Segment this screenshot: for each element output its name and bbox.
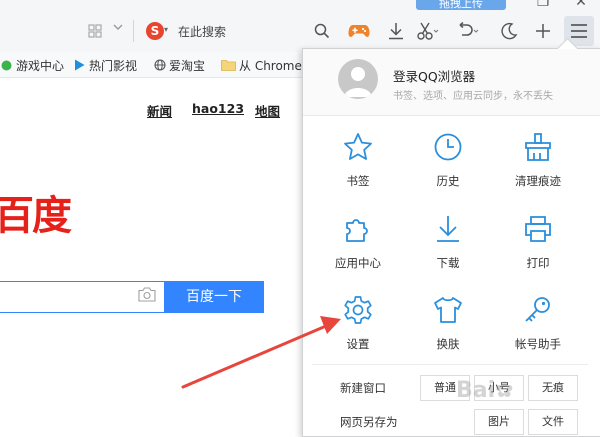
search-engine-dropdown-icon[interactable]: ▾	[164, 25, 172, 35]
scissors-icon[interactable]	[415, 18, 441, 44]
menu-item-settings[interactable]: 设置	[323, 292, 393, 362]
watermark-logo: Bai✿	[456, 378, 514, 403]
menu-item-account-assistant[interactable]: 帐号助手	[503, 292, 573, 362]
clock-icon	[430, 129, 466, 165]
menu-item-clear-traces[interactable]: 清理痕迹	[503, 129, 573, 199]
baidu-logo: 百度	[0, 193, 72, 239]
save-page-image-button[interactable]: 图片	[474, 409, 524, 435]
nav-link-map[interactable]: 地图	[255, 101, 280, 120]
menu-item-bookmarks[interactable]: 书签	[323, 129, 393, 199]
gear-icon	[340, 292, 376, 328]
login-subtitle: 书签、选项、应用云同步，永不丢失	[393, 91, 553, 102]
drag-upload-button[interactable]: 拖拽上传	[416, 0, 506, 10]
star-icon	[340, 129, 376, 165]
gamepad-icon[interactable]	[346, 18, 372, 44]
baidu-search-button[interactable]: 百度一下	[164, 281, 264, 313]
bookmark-hot-videos[interactable]: 热门影视	[73, 56, 137, 74]
puzzle-icon	[340, 211, 376, 247]
chevron-down-icon[interactable]	[112, 21, 126, 35]
shirt-icon	[430, 292, 466, 328]
new-window-incognito-button[interactable]: 无痕	[528, 375, 578, 401]
address-divider	[133, 20, 134, 42]
moon-icon[interactable]	[496, 18, 522, 44]
avatar[interactable]	[338, 59, 378, 99]
menu-icon	[570, 23, 588, 42]
window-close-icon[interactable]: ✕	[570, 0, 592, 10]
bookmark-ai-taobao[interactable]: 爱淘宝	[153, 56, 205, 74]
bookmark-game-center[interactable]: 游戏中心	[0, 56, 64, 74]
menu-item-downloads[interactable]: 下载	[413, 211, 483, 281]
menu-item-skins[interactable]: 换肤	[413, 292, 483, 362]
broom-icon	[520, 129, 556, 165]
menu-item-print[interactable]: 打印	[503, 211, 573, 281]
printer-icon	[520, 211, 556, 247]
menu-divider	[312, 364, 588, 365]
play-icon	[73, 59, 86, 72]
search-icon[interactable]	[309, 18, 335, 44]
key-icon	[520, 292, 556, 328]
camera-icon[interactable]	[137, 287, 157, 305]
menu-item-app-center[interactable]: 应用中心	[323, 211, 393, 281]
bookmark-from-chrome[interactable]: 从 Chrome	[220, 56, 302, 74]
globe-icon	[153, 59, 166, 72]
game-center-icon	[0, 59, 13, 72]
window-restore-icon[interactable]: ❐	[532, 0, 554, 10]
download-icon	[430, 211, 466, 247]
login-title[interactable]: 登录QQ浏览器	[393, 66, 475, 85]
folder-icon	[220, 59, 236, 72]
nav-link-hao123[interactable]: hao123	[192, 101, 244, 116]
download-icon[interactable]	[383, 18, 409, 44]
menu-item-history[interactable]: 历史	[413, 129, 483, 199]
nav-link-news[interactable]: 新闻	[147, 101, 172, 120]
plus-icon[interactable]	[530, 18, 556, 44]
save-page-label: 网页另存为	[340, 415, 398, 429]
grid-icon[interactable]	[88, 24, 102, 38]
save-page-file-button[interactable]: 文件	[528, 409, 578, 435]
search-engine-icon[interactable]: S	[146, 22, 164, 40]
toolbar-search-input[interactable]: 在此搜索	[178, 23, 226, 39]
new-window-label: 新建窗口	[340, 381, 386, 395]
undo-icon[interactable]	[456, 18, 482, 44]
